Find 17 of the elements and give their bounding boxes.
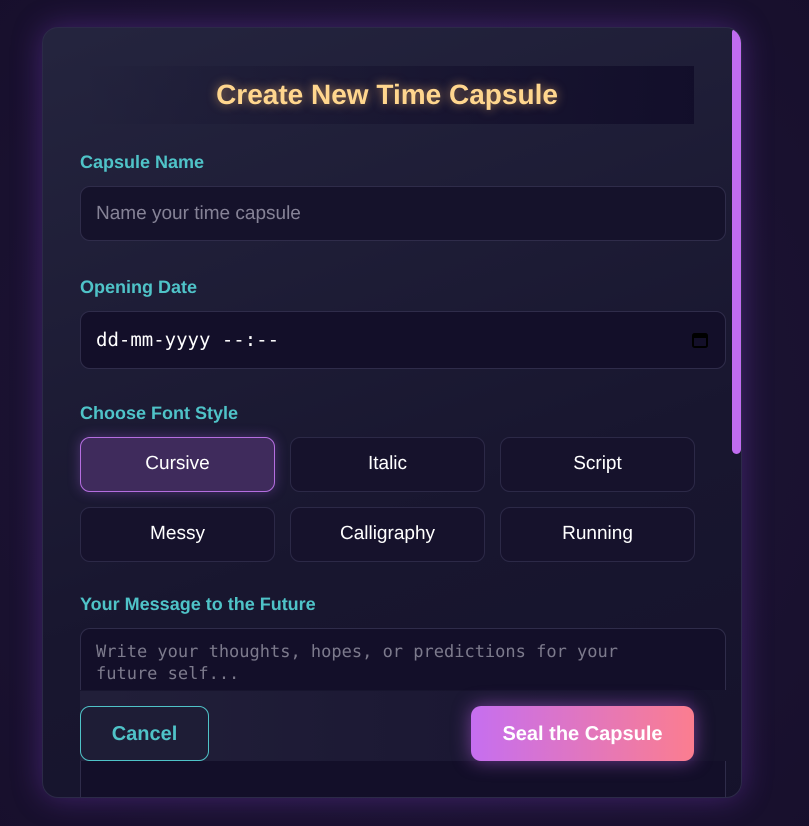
field-label: Choose Font Style [80, 402, 238, 425]
dialog-title: Create New Time Capsule [216, 78, 558, 112]
font-style-option[interactable]: Cursive [80, 437, 275, 492]
font-style-option[interactable]: Calligraphy [290, 507, 485, 562]
font-style-option[interactable]: Messy [80, 507, 275, 562]
field-label: Your Message to the Future [80, 593, 316, 616]
font-style-option[interactable]: Italic [290, 437, 485, 492]
font-style-option[interactable]: Script [500, 437, 695, 492]
scrollbar[interactable] [732, 28, 741, 454]
cancel-button[interactable]: Cancel [80, 706, 209, 761]
calendar-icon[interactable] [691, 331, 709, 349]
message-field[interactable]: Write your thoughts, hopes, or predictions for your future self... [80, 628, 726, 690]
date-field[interactable]: dd-mm-yyyy --:-- [80, 311, 726, 369]
field-label: Capsule Name [80, 151, 204, 174]
capsule-name-field[interactable]: Name your time capsule [80, 186, 726, 241]
field-label: Opening Date [80, 276, 198, 299]
font-style-option[interactable]: Running [500, 507, 695, 562]
